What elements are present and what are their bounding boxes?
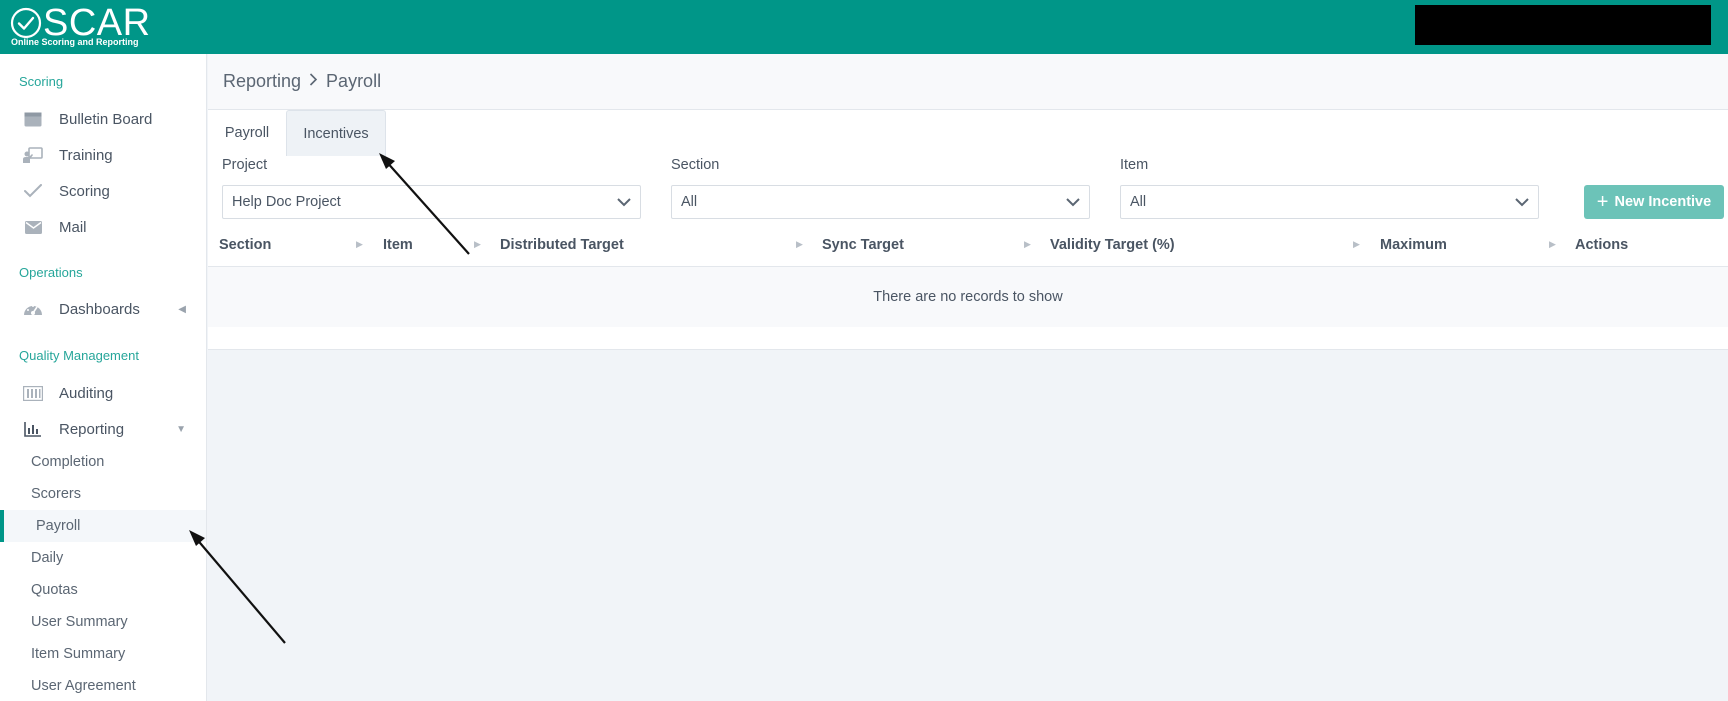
dashboard-icon	[22, 300, 44, 318]
item-select-value: All	[1130, 194, 1147, 210]
column-header-actions: Actions	[1575, 237, 1629, 253]
item-select[interactable]: All	[1120, 185, 1539, 219]
sidebar-item-label: Training	[59, 146, 113, 164]
breadcrumb: Reporting Payroll	[208, 54, 1728, 110]
incentives-panel: Payroll Incentives Project Section Item …	[208, 110, 1728, 350]
sort-icon[interactable]: ▶	[1024, 239, 1031, 250]
logo-tagline: Online Scoring and Reporting	[11, 37, 139, 47]
chevron-down-icon	[616, 194, 632, 214]
sidebar-item-label: Scoring	[59, 182, 110, 200]
column-header-item[interactable]: Item	[383, 223, 413, 267]
sidebar-item-training[interactable]: Training	[0, 138, 206, 172]
chevron-right-icon	[309, 72, 318, 91]
item-label: Item	[1120, 157, 1149, 173]
project-select[interactable]: Help Doc Project	[222, 185, 641, 219]
oscar-logo[interactable]: SCAR Online Scoring and Reporting	[10, 3, 150, 51]
section-title-quality-management: Quality Management	[19, 348, 139, 363]
sidebar: Scoring Bulletin Board Training Scoring …	[0, 54, 207, 701]
sidebar-subitem-completion[interactable]: Completion	[0, 446, 206, 478]
section-select[interactable]: All	[671, 185, 1090, 219]
caret-down-icon: ▼	[176, 423, 186, 435]
main-content: Reporting Payroll Payroll Incentives Pro…	[208, 54, 1728, 701]
section-title-operations: Operations	[19, 265, 83, 280]
table-header: Section ▶ Item ▶ Distributed Target ▶ Sy…	[208, 223, 1728, 267]
sidebar-item-label: Mail	[59, 218, 87, 236]
sidebar-item-auditing[interactable]: Auditing	[0, 376, 206, 410]
mail-icon	[22, 218, 44, 236]
sidebar-item-label: Auditing	[59, 384, 114, 402]
project-label: Project	[222, 157, 268, 173]
sort-icon[interactable]: ▶	[474, 239, 481, 250]
caret-left-icon: ◀	[178, 303, 186, 315]
auditing-icon	[22, 384, 44, 402]
breadcrumb-current: Payroll	[326, 71, 382, 91]
section-select-value: All	[681, 194, 698, 210]
sidebar-subitem-daily[interactable]: Daily	[0, 542, 206, 574]
column-header-validity-target[interactable]: Validity Target (%)	[1050, 223, 1175, 267]
tab-payroll[interactable]: Payroll	[208, 110, 286, 156]
tab-incentives[interactable]: Incentives	[286, 110, 386, 156]
chevron-down-icon	[1065, 194, 1081, 214]
sidebar-subitem-item-summary[interactable]: Item Summary	[0, 638, 206, 670]
top-bar: SCAR Online Scoring and Reporting	[0, 0, 1728, 54]
empty-table-message: There are no records to show	[208, 267, 1728, 327]
new-incentive-label: New Incentive	[1614, 194, 1712, 210]
sort-icon[interactable]: ▶	[1549, 239, 1556, 250]
check-icon	[22, 182, 44, 200]
column-header-maximum[interactable]: Maximum	[1380, 223, 1447, 267]
sidebar-item-label: Bulletin Board	[59, 110, 153, 128]
sort-icon[interactable]: ▶	[1353, 239, 1360, 250]
sidebar-subitem-user-agreement[interactable]: User Agreement	[0, 670, 206, 701]
bulletin-board-icon	[22, 110, 44, 128]
sidebar-subitem-payroll[interactable]: Payroll	[0, 510, 206, 542]
sidebar-item-reporting[interactable]: Reporting ▼	[0, 412, 206, 446]
section-label: Section	[671, 157, 720, 173]
sidebar-item-scoring[interactable]: Scoring	[0, 174, 206, 208]
column-header-distributed-target[interactable]: Distributed Target	[500, 223, 624, 267]
project-select-value: Help Doc Project	[232, 194, 341, 210]
column-header-sync-target[interactable]: Sync Target	[822, 223, 904, 267]
chevron-down-icon	[1514, 194, 1530, 214]
plus-icon: +	[1596, 191, 1609, 213]
sidebar-item-mail[interactable]: Mail	[0, 210, 206, 244]
sidebar-subitem-user-summary[interactable]: User Summary	[0, 606, 206, 638]
new-incentive-button[interactable]: + New Incentive	[1584, 185, 1724, 219]
redacted-user-area	[1415, 5, 1711, 45]
sidebar-item-bulletin-board[interactable]: Bulletin Board	[0, 102, 206, 136]
sidebar-subitem-scorers[interactable]: Scorers	[0, 478, 206, 510]
breadcrumb-parent[interactable]: Reporting	[223, 71, 301, 92]
sort-icon[interactable]: ▶	[796, 239, 803, 250]
sidebar-item-label: Dashboards	[59, 300, 140, 318]
training-icon	[22, 146, 44, 164]
sort-icon[interactable]: ▶	[356, 239, 363, 250]
check-circle-icon	[10, 7, 42, 39]
sidebar-subitem-quotas[interactable]: Quotas	[0, 574, 206, 606]
sidebar-item-dashboards[interactable]: Dashboards ◀	[0, 292, 206, 326]
reporting-icon	[22, 420, 44, 438]
sidebar-item-label: Reporting	[59, 420, 125, 438]
column-header-section[interactable]: Section	[219, 223, 271, 267]
section-title-scoring: Scoring	[19, 74, 64, 89]
